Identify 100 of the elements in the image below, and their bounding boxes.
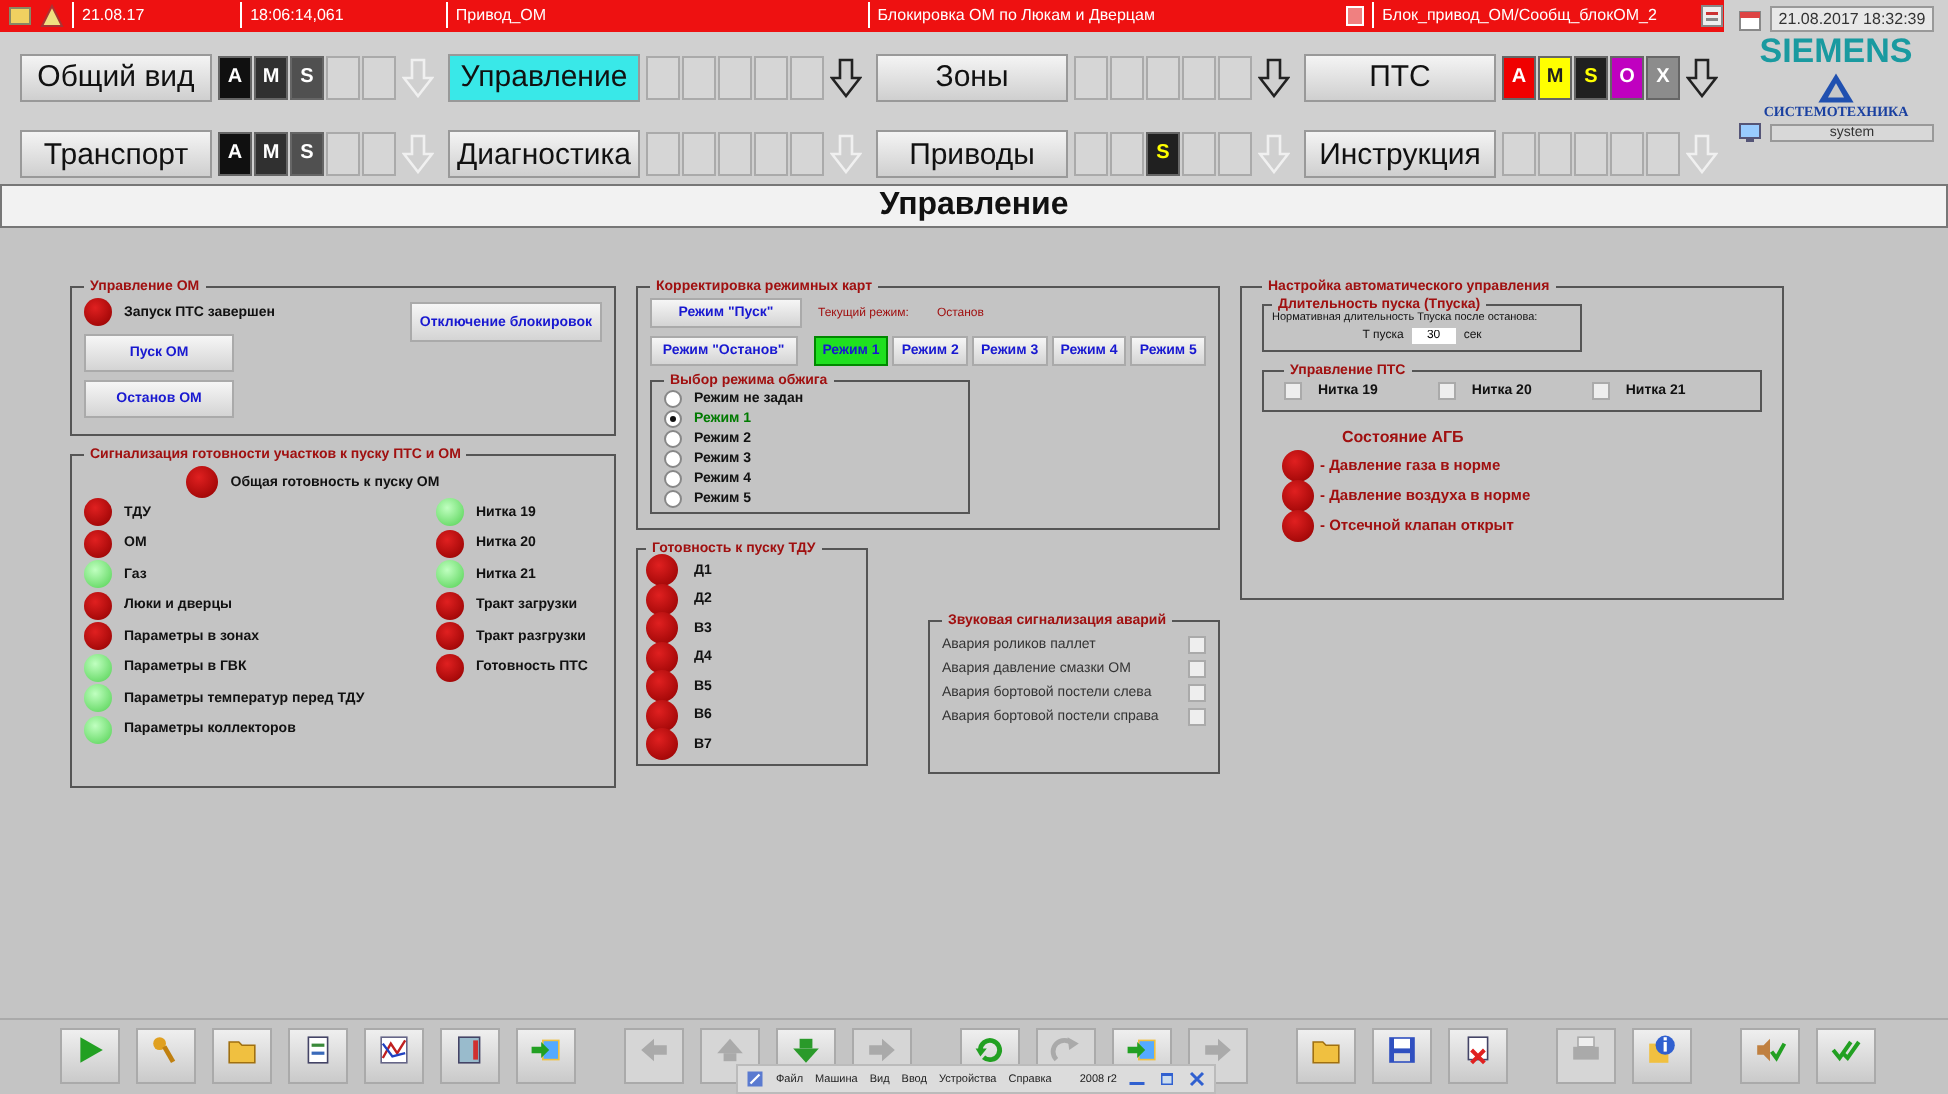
up-arrow-icon: [714, 1034, 746, 1066]
page-title: Управление: [879, 188, 1069, 224]
empty-slot: [1502, 132, 1536, 176]
empty-slot: [1646, 132, 1680, 176]
play-icon: [74, 1034, 106, 1066]
empty-slot: [1146, 55, 1180, 100]
brand-logo: SIEMENS: [1759, 32, 1913, 72]
line-chart-icon: [378, 1034, 410, 1066]
nav-tab[interactable]: Диагностика: [448, 130, 640, 178]
toolbar-button[interactable]: [1448, 1028, 1508, 1084]
section-title: Состояние АГБ: [1342, 428, 1466, 446]
checkbox[interactable]: [1188, 659, 1206, 677]
right-arrow-icon: [866, 1034, 898, 1066]
nav-tab[interactable]: Зоны: [876, 53, 1068, 102]
close-icon[interactable]: [1188, 1070, 1207, 1088]
mode-indicator: S: [1146, 132, 1180, 176]
clock-field: 21.08.2017 18:32:39: [1770, 6, 1934, 32]
down-arrow-icon[interactable]: [1258, 57, 1290, 98]
mode-indicator: S: [290, 132, 324, 176]
checkbox[interactable]: [1188, 707, 1206, 725]
empty-slot: [326, 132, 360, 176]
radio-button[interactable]: [664, 389, 682, 407]
empty-slot: [362, 132, 396, 176]
mode-indicator: M: [254, 132, 288, 176]
toolbar-button[interactable]: [440, 1028, 500, 1084]
calendar-icon[interactable]: [1738, 7, 1763, 31]
radio-button[interactable]: [664, 469, 682, 487]
empty-slot: [1074, 132, 1108, 176]
nav-tab[interactable]: ПТС: [1304, 53, 1496, 102]
left-arrow-icon: [638, 1034, 670, 1066]
empty-slot: [1574, 132, 1608, 176]
alarm-time: 18:06:14,061: [240, 2, 438, 29]
down-arrow-icon[interactable]: [830, 57, 862, 98]
down-arrow-icon: [790, 1034, 822, 1066]
radio-button[interactable]: [664, 409, 682, 427]
alarm-message: Блокировка ОМ по Люкам и Дверцам: [867, 2, 1338, 29]
nav-tab[interactable]: Инструкция: [1304, 130, 1496, 178]
redo-icon: [1050, 1034, 1082, 1066]
mode-indicator: M: [254, 55, 288, 100]
nav-tab[interactable]: Транспорт: [20, 130, 212, 178]
mode-indicator: M: [1538, 55, 1572, 100]
empty-slot: [790, 132, 824, 176]
empty-slot: [1182, 55, 1216, 100]
down-arrow-icon[interactable]: [1686, 57, 1718, 98]
empty-slot: [646, 132, 680, 176]
alarm-source: Привод_ОМ: [445, 2, 860, 29]
empty-slot: [790, 55, 824, 100]
mode-indicator: A: [218, 55, 252, 100]
toolbar-button[interactable]: [288, 1028, 348, 1084]
empty-slot: [1610, 132, 1644, 176]
list-icon[interactable]: [1700, 3, 1725, 28]
empty-slot: [1538, 132, 1572, 176]
empty-slot: [682, 132, 716, 176]
checkbox[interactable]: [1188, 683, 1206, 701]
empty-slot: [1110, 55, 1144, 100]
empty-slot: [754, 132, 788, 176]
radio-button[interactable]: [664, 489, 682, 507]
empty-slot: [718, 132, 752, 176]
monitor-icon[interactable]: [1738, 120, 1762, 144]
alarm-tag: Блок_привод_ОМ/Сообщ_блокОМ_2: [1372, 2, 1693, 29]
nav-tab[interactable]: Приводы: [876, 130, 1068, 178]
document-icon: [302, 1034, 334, 1066]
info-icon: [1646, 1034, 1678, 1066]
refresh-icon: [974, 1034, 1006, 1066]
empty-slot: [1218, 132, 1252, 176]
nav-tab[interactable]: Общий вид: [20, 53, 212, 102]
empty-slot: [1110, 132, 1144, 176]
toolbar-button[interactable]: [364, 1028, 424, 1084]
mode-indicator: A: [1502, 55, 1536, 100]
empty-slot: [326, 55, 360, 100]
toolbar-button[interactable]: [1632, 1028, 1692, 1084]
mode-indicator: O: [1610, 55, 1644, 100]
import-icon: [1126, 1034, 1158, 1066]
empty-slot: [1074, 55, 1108, 100]
checkbox[interactable]: [1284, 382, 1302, 400]
mode-indicator: S: [290, 55, 324, 100]
printer-icon: [1570, 1034, 1602, 1066]
radio-button[interactable]: [664, 429, 682, 447]
empty-slot: [646, 55, 680, 100]
checkbox[interactable]: [1437, 382, 1456, 400]
nav-tab[interactable]: Управление: [448, 53, 640, 102]
toolbar-button[interactable]: [1372, 1028, 1432, 1084]
checkbox[interactable]: [1188, 635, 1206, 653]
window-icon: [8, 3, 32, 28]
restore-icon[interactable]: [1158, 1070, 1177, 1088]
warning-icon: [40, 3, 64, 28]
mode-indicator: A: [218, 132, 252, 176]
delete-icon: [1462, 1034, 1494, 1066]
import-icon: [530, 1034, 562, 1066]
mode-indicator: X: [1646, 55, 1680, 100]
radio-button[interactable]: [664, 449, 682, 467]
empty-slot: [682, 55, 716, 100]
triangle-logo-icon: [1814, 72, 1858, 104]
checkbox[interactable]: [1591, 382, 1610, 400]
empty-slot: [1182, 132, 1216, 176]
empty-slot: [1218, 55, 1252, 100]
speaker-check-icon: [1754, 1034, 1786, 1066]
pin-icon[interactable]: [746, 1070, 764, 1088]
thermometer-icon: [454, 1034, 486, 1066]
alarm-date: 21.08.17: [72, 2, 233, 29]
